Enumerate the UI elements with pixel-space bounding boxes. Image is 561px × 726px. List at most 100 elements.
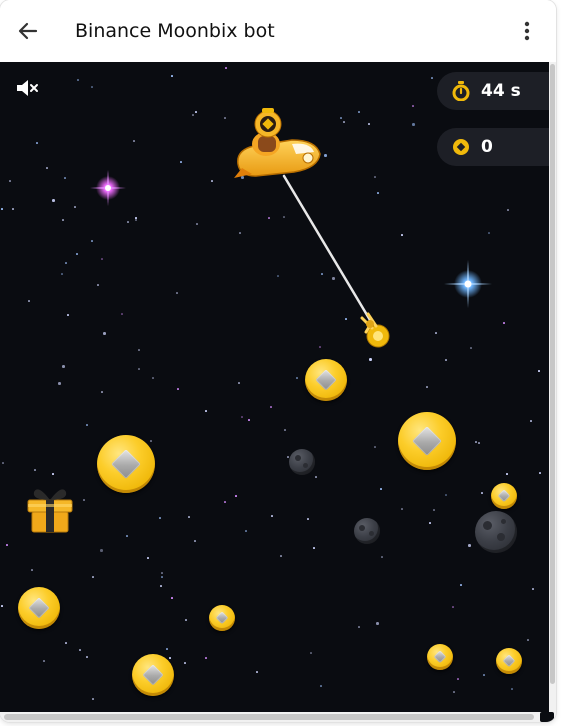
star bbox=[91, 86, 93, 88]
star bbox=[36, 142, 38, 144]
gift-box-icon[interactable] bbox=[24, 482, 76, 534]
coin[interactable] bbox=[97, 435, 155, 493]
coin[interactable] bbox=[209, 605, 235, 631]
star bbox=[135, 219, 137, 221]
star bbox=[532, 588, 534, 590]
star bbox=[319, 346, 321, 348]
more-options-button[interactable] bbox=[512, 15, 542, 47]
star bbox=[307, 518, 309, 520]
star bbox=[83, 499, 85, 501]
star bbox=[460, 584, 462, 586]
star bbox=[380, 488, 382, 490]
star bbox=[176, 292, 178, 294]
game-canvas[interactable]: 44 s 0 bbox=[0, 62, 549, 712]
star bbox=[271, 515, 273, 517]
star bbox=[9, 180, 11, 182]
star bbox=[481, 492, 483, 494]
coin[interactable] bbox=[496, 648, 522, 674]
stopwatch-icon bbox=[451, 81, 471, 101]
star bbox=[478, 442, 480, 444]
star bbox=[283, 216, 285, 218]
star bbox=[1, 208, 3, 210]
star bbox=[280, 555, 282, 557]
star bbox=[313, 547, 315, 549]
star bbox=[52, 473, 54, 475]
star bbox=[65, 262, 67, 264]
horizontal-scrollbar[interactable] bbox=[4, 714, 534, 720]
star bbox=[92, 698, 94, 700]
star bbox=[340, 117, 342, 119]
star bbox=[192, 114, 194, 116]
star bbox=[126, 535, 128, 537]
coin[interactable] bbox=[427, 644, 453, 670]
star bbox=[28, 300, 30, 302]
star bbox=[169, 657, 171, 659]
star bbox=[445, 494, 447, 496]
star bbox=[52, 199, 55, 202]
grabber-claw-icon bbox=[360, 312, 390, 348]
star bbox=[211, 180, 213, 182]
star bbox=[457, 678, 459, 680]
star bbox=[345, 318, 347, 320]
star bbox=[277, 275, 279, 277]
resize-handle[interactable] bbox=[540, 712, 554, 722]
star bbox=[368, 123, 370, 125]
star bbox=[452, 606, 454, 608]
coin[interactable] bbox=[491, 483, 517, 509]
star bbox=[324, 154, 327, 157]
star bbox=[453, 691, 455, 693]
star bbox=[171, 75, 173, 77]
star bbox=[43, 660, 45, 662]
timer-display: 44 s bbox=[437, 72, 549, 110]
star bbox=[138, 368, 140, 370]
star bbox=[433, 509, 435, 511]
back-button[interactable] bbox=[10, 13, 46, 49]
star bbox=[127, 221, 129, 223]
star bbox=[121, 313, 123, 315]
star bbox=[343, 121, 345, 123]
asteroid[interactable] bbox=[354, 518, 380, 544]
app-header: Binance Moonbix bot bbox=[0, 0, 556, 62]
star bbox=[530, 420, 532, 422]
asteroid[interactable] bbox=[289, 449, 315, 475]
star bbox=[79, 649, 81, 651]
star bbox=[195, 111, 197, 113]
coin[interactable] bbox=[132, 654, 174, 696]
coin[interactable] bbox=[18, 587, 60, 629]
star bbox=[100, 549, 103, 552]
star bbox=[284, 429, 286, 431]
star bbox=[159, 517, 161, 519]
star bbox=[177, 388, 179, 390]
star bbox=[431, 77, 433, 79]
blue-sparkle bbox=[444, 260, 492, 308]
star bbox=[287, 456, 289, 458]
star bbox=[74, 206, 76, 208]
rocket-ship-icon[interactable] bbox=[232, 106, 324, 186]
star bbox=[31, 569, 33, 571]
star bbox=[58, 382, 61, 385]
star bbox=[12, 208, 14, 210]
coin[interactable] bbox=[398, 412, 456, 470]
star bbox=[101, 258, 103, 260]
star bbox=[488, 232, 490, 234]
star bbox=[435, 332, 437, 334]
star bbox=[268, 217, 270, 219]
star bbox=[91, 240, 93, 242]
star bbox=[196, 223, 198, 225]
star bbox=[235, 495, 237, 497]
star bbox=[401, 508, 403, 510]
star bbox=[103, 332, 106, 335]
coin[interactable] bbox=[305, 359, 347, 401]
star bbox=[224, 501, 226, 503]
volume-mute-icon[interactable] bbox=[14, 76, 40, 100]
star bbox=[270, 406, 272, 408]
star bbox=[358, 111, 360, 113]
star bbox=[101, 391, 103, 393]
star bbox=[77, 79, 79, 81]
asteroid[interactable] bbox=[475, 511, 517, 553]
vertical-scrollbar[interactable] bbox=[550, 64, 555, 684]
star bbox=[205, 410, 207, 412]
star bbox=[475, 441, 477, 443]
star bbox=[506, 473, 508, 475]
page-title: Binance Moonbix bot bbox=[75, 20, 275, 42]
